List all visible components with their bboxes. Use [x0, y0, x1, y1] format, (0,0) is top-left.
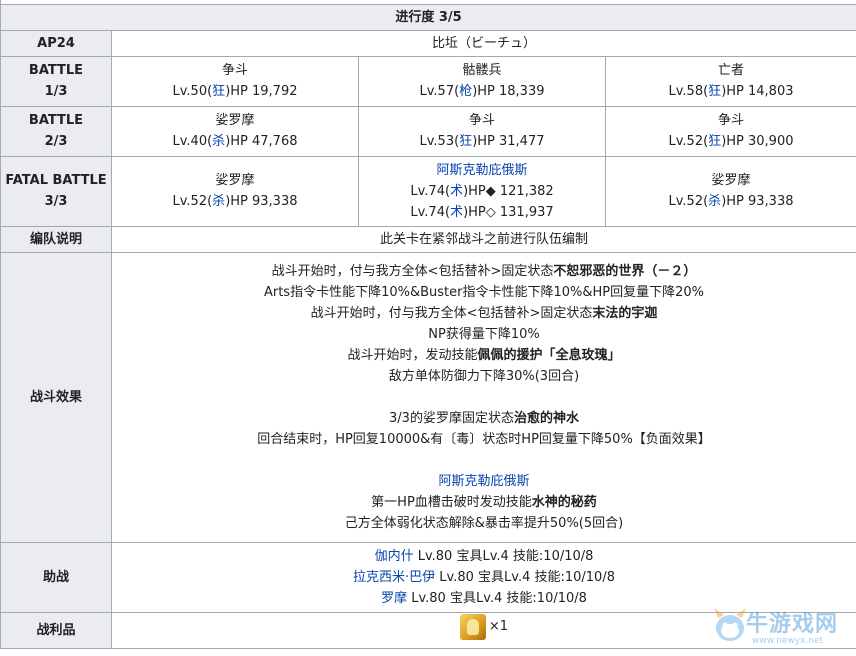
effects-label: 战斗效果 [0, 251, 112, 543]
enemy-class-link[interactable]: 枪 [459, 84, 472, 99]
enemy-cell: 娑罗摩 Lv.40(杀)HP 47,768 [111, 105, 359, 157]
enemy-cell: 骷髅兵 Lv.57(枪)HP 18,339 [358, 55, 606, 107]
enemy-class-link[interactable]: 杀 [212, 134, 225, 149]
support-servant-link[interactable]: 拉克西米·巴伊 [353, 570, 435, 585]
loot-cell: ×1 [111, 611, 856, 649]
enemy-class-link[interactable]: 狂 [212, 84, 225, 99]
enemy-class-link[interactable]: 术 [450, 205, 463, 220]
loot-count: ×1 [488, 619, 509, 634]
ap-label: AP24 [0, 29, 112, 57]
support-list: 伽内什 Lv.80 宝具Lv.4 技能:10/10/8 拉克西米·巴伊 Lv.8… [111, 541, 856, 613]
enemy-class-link[interactable]: 术 [450, 184, 463, 199]
enemy-cell: 娑罗摩 Lv.52(杀)HP 93,338 [111, 155, 359, 227]
quest-info-page: 进行度 3/5 AP24 比坵（ビーチュ） BATTLE 1/3 争斗 Lv.5… [0, 0, 856, 656]
battle-1-row: BATTLE 1/3 争斗 Lv.50(狂)HP 19,792 骷髅兵 Lv.5… [0, 55, 856, 107]
support-row: 助战 伽内什 Lv.80 宝具Lv.4 技能:10/10/8 拉克西米·巴伊 L… [0, 541, 856, 613]
formation-text: 此关卡在紧邻战斗之前进行队伍编制 [111, 225, 856, 253]
support-item: 拉克西米·巴伊 Lv.80 宝具Lv.4 技能:10/10/8 [353, 569, 615, 585]
enemy-cell: 娑罗摩 Lv.52(杀)HP 93,338 [605, 155, 856, 227]
battle-2-label: BATTLE 2/3 [0, 105, 112, 157]
loot-row: 战利品 ×1 [0, 611, 856, 649]
gold-ember-icon[interactable] [459, 613, 486, 640]
formation-row: 编队说明 此关卡在紧邻战斗之前进行队伍编制 [0, 225, 856, 253]
enemy-class-link[interactable]: 杀 [708, 194, 721, 209]
loot-label: 战利品 [0, 611, 112, 649]
support-servant-link[interactable]: 罗摩 [381, 591, 407, 606]
effects-text: 战斗开始时，付与我方全体<包括替补>固定状态不恕邪恶的世界（－２） Arts指令… [111, 251, 856, 543]
battle-1-label: BATTLE 1/3 [0, 55, 112, 107]
enemy-name: 娑罗摩 [215, 173, 255, 188]
support-item: 伽内什 Lv.80 宝具Lv.4 技能:10/10/8 [374, 548, 594, 564]
enemy-class-link[interactable]: 狂 [708, 84, 721, 99]
boss-effect-link[interactable]: 阿斯克勒庇俄斯 [112, 471, 856, 492]
enemy-cell: 争斗 Lv.50(狂)HP 19,792 [111, 55, 359, 107]
enemy-cell: 争斗 Lv.52(狂)HP 30,900 [605, 105, 856, 157]
enemy-name: 娑罗摩 [215, 113, 255, 128]
enemy-cell: 争斗 Lv.53(狂)HP 31,477 [358, 105, 606, 157]
enemy-class-link[interactable]: 杀 [212, 194, 225, 209]
enemy-name: 骷髅兵 [462, 63, 502, 78]
boss-cell: 阿斯克勒庇俄斯 Lv.74(术)HP◆ 121,382 Lv.74(术)HP◇ … [358, 155, 606, 227]
quest-table: 进行度 3/5 AP24 比坵（ビーチュ） BATTLE 1/3 争斗 Lv.5… [0, 0, 856, 649]
enemy-name: 争斗 [717, 113, 744, 128]
quest-name: 比坵（ビーチュ） [111, 29, 856, 57]
ap-row: AP24 比坵（ビーチュ） [0, 29, 856, 57]
effects-row: 战斗效果 战斗开始时，付与我方全体<包括替补>固定状态不恕邪恶的世界（－２） A… [0, 251, 856, 543]
battle-3-label: FATAL BATTLE 3/3 [0, 155, 112, 227]
enemy-class-link[interactable]: 狂 [708, 134, 721, 149]
enemy-class-link[interactable]: 狂 [459, 134, 472, 149]
battle-2-row: BATTLE 2/3 娑罗摩 Lv.40(杀)HP 47,768 争斗 Lv.5… [0, 105, 856, 157]
enemy-name: 亡者 [717, 63, 744, 78]
enemy-name: 争斗 [221, 63, 248, 78]
enemy-name: 娑罗摩 [711, 173, 751, 188]
progress-row: 进行度 3/5 [0, 3, 856, 31]
enemy-name: 争斗 [468, 113, 495, 128]
battle-3-row: FATAL BATTLE 3/3 娑罗摩 Lv.52(杀)HP 93,338 阿… [0, 155, 856, 227]
support-servant-link[interactable]: 伽内什 [375, 549, 414, 564]
progress-header: 进行度 3/5 [0, 3, 856, 31]
support-label: 助战 [0, 541, 112, 613]
support-item: 罗摩 Lv.80 宝具Lv.4 技能:10/10/8 [381, 590, 587, 606]
enemy-cell: 亡者 Lv.58(狂)HP 14,803 [605, 55, 856, 107]
boss-name-link[interactable]: 阿斯克勒庇俄斯 [359, 160, 605, 181]
formation-label: 编队说明 [0, 225, 112, 253]
